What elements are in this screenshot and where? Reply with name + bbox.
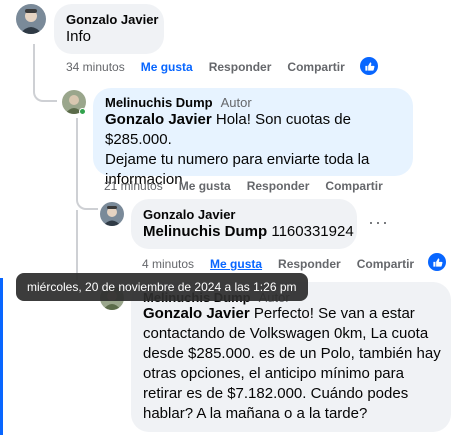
comment-text: Melinuchis Dump 1160331924 bbox=[143, 223, 354, 240]
comment-timestamp[interactable]: 4 minutos bbox=[142, 257, 194, 271]
reply-button[interactable]: Responder bbox=[278, 257, 341, 271]
comment-author[interactable]: Gonzalo Javier bbox=[143, 207, 235, 222]
share-button[interactable]: Compartir bbox=[325, 179, 382, 193]
thread-connector bbox=[33, 80, 57, 102]
comment-author: Melinuchis Dump Autor bbox=[105, 95, 252, 110]
like-button[interactable]: Me gusta bbox=[179, 179, 231, 193]
reply-button[interactable]: Responder bbox=[209, 60, 272, 74]
comment-bubble: Melinuchis DumpAutor Gonzalo Javier Perf… bbox=[131, 282, 451, 432]
thread-line bbox=[76, 210, 78, 280]
comment-bubble: Gonzalo Javier Info bbox=[54, 4, 164, 54]
comment-text: Gonzalo Javier Hola! Son cuotas de $285.… bbox=[105, 111, 370, 188]
mention-link[interactable]: Melinuchis Dump bbox=[143, 223, 267, 240]
comment-bubble: Melinuchis Dump Autor Gonzalo Javier Hola… bbox=[93, 88, 413, 188]
like-button[interactable]: Me gusta bbox=[210, 257, 262, 271]
online-indicator bbox=[79, 108, 86, 115]
comment-text: Info bbox=[66, 28, 92, 45]
thumbs-up-icon[interactable] bbox=[428, 253, 446, 271]
thread-connector bbox=[76, 190, 98, 210]
like-button[interactable]: Me gusta bbox=[141, 60, 193, 74]
author-badge: Autor bbox=[220, 95, 252, 110]
timestamp-tooltip: miércoles, 20 de noviembre de 2024 a las… bbox=[16, 273, 308, 301]
comment-timestamp[interactable]: 34 minutos bbox=[66, 60, 125, 74]
avatar[interactable] bbox=[16, 4, 46, 34]
share-button[interactable]: Compartir bbox=[287, 60, 344, 74]
author-name[interactable]: Melinuchis Dump bbox=[105, 95, 213, 110]
comment-author[interactable]: Gonzalo Javier bbox=[66, 12, 158, 27]
comment-actions: 4 minutos Me gusta Responder Compartir bbox=[142, 257, 430, 271]
share-button[interactable]: Compartir bbox=[357, 257, 414, 271]
comment-actions: 21 minutos Me gusta Responder Compartir bbox=[104, 179, 399, 193]
thumbs-up-icon[interactable] bbox=[360, 57, 378, 75]
mention-link[interactable]: Gonzalo Javier bbox=[105, 111, 212, 128]
more-options-icon[interactable]: ··· bbox=[368, 212, 389, 233]
comment-actions: 34 minutos Me gusta Responder Compartir bbox=[66, 60, 361, 74]
reply-button[interactable]: Responder bbox=[247, 179, 310, 193]
comment-bubble: Gonzalo Javier Melinuchis Dump 116033192… bbox=[131, 199, 357, 249]
comment-timestamp[interactable]: 21 minutos bbox=[104, 179, 163, 193]
mention-link[interactable]: Gonzalo Javier bbox=[143, 305, 250, 322]
comment-text: Gonzalo Javier Perfecto! Se van a estar … bbox=[143, 305, 441, 422]
avatar[interactable] bbox=[100, 202, 124, 226]
thread-line bbox=[76, 118, 78, 198]
new-comment-indicator bbox=[0, 278, 3, 435]
